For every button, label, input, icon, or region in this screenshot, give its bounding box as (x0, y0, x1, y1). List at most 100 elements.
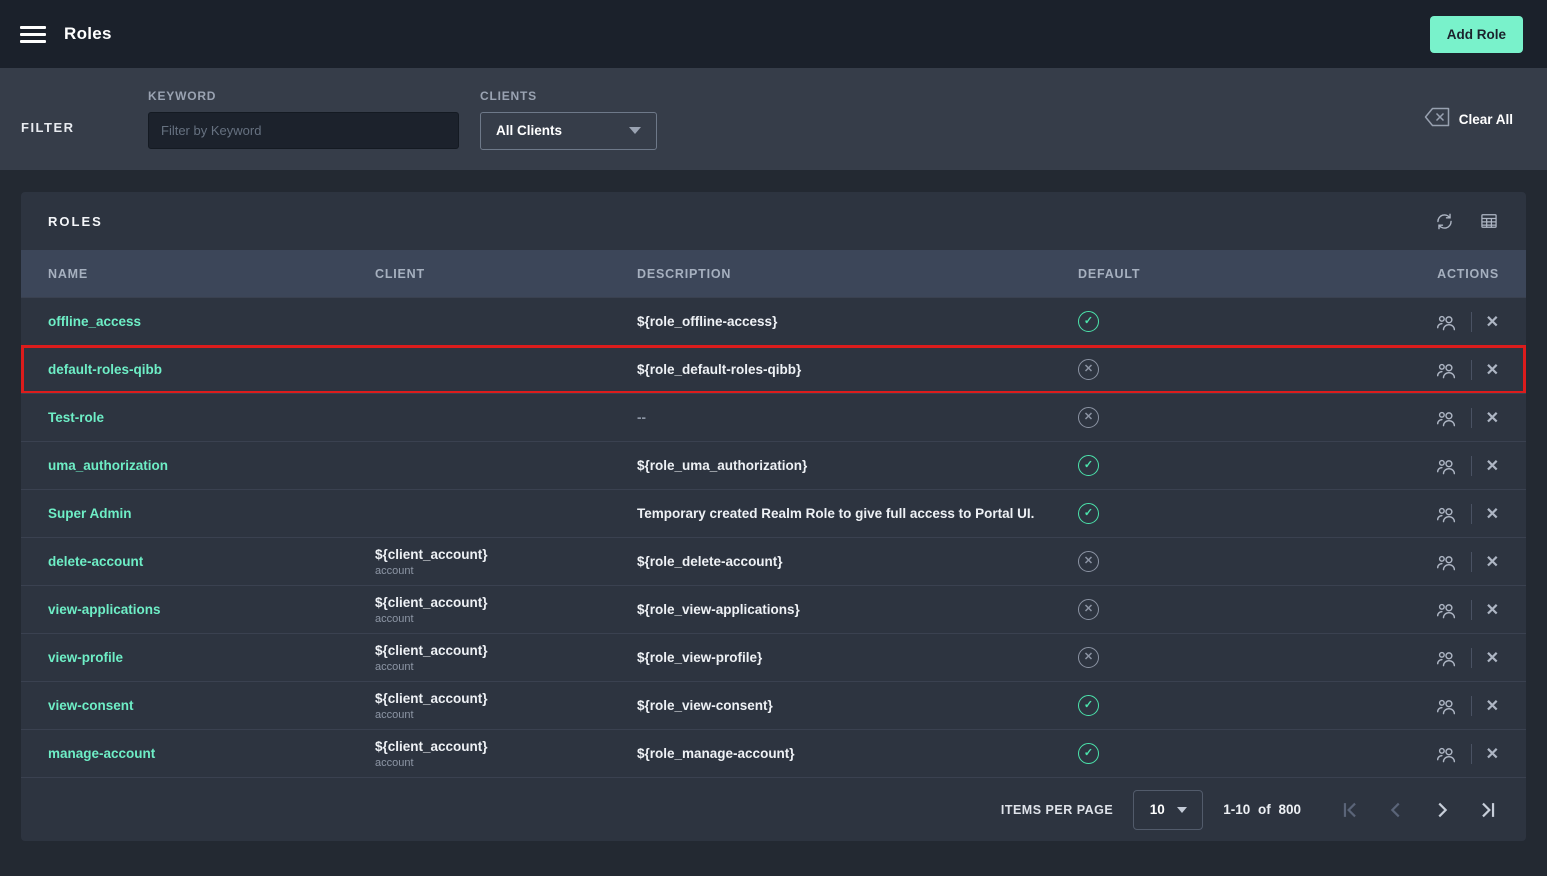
chevron-down-icon (629, 127, 641, 134)
assign-users-icon[interactable] (1434, 504, 1457, 524)
client-cell: ${client_account} account (375, 691, 637, 721)
items-per-page-select[interactable]: 10 (1133, 790, 1203, 830)
row-actions: ✕ (1434, 552, 1499, 572)
actions-divider (1471, 744, 1472, 764)
column-header-actions: ACTIONS (1378, 267, 1499, 281)
delete-role-icon[interactable]: ✕ (1486, 696, 1499, 716)
delete-role-icon[interactable]: ✕ (1486, 408, 1499, 428)
actions-divider (1471, 312, 1472, 332)
clear-all-button[interactable]: Clear All (1424, 107, 1513, 132)
client-id: account (375, 613, 637, 625)
column-header-default: DEFAULT (1078, 267, 1378, 281)
delete-role-icon[interactable]: ✕ (1486, 504, 1499, 524)
role-name-link[interactable]: default-roles-qibb (48, 362, 162, 377)
client-name: ${client_account} (375, 739, 637, 754)
items-per-page-value: 10 (1150, 802, 1165, 817)
delete-role-icon[interactable]: ✕ (1486, 456, 1499, 476)
check-circle-icon: ✓ (1078, 503, 1099, 524)
pagination-nav (1339, 799, 1499, 821)
column-header-name: NAME (48, 267, 375, 281)
assign-users-icon[interactable] (1434, 360, 1457, 380)
role-name-link[interactable]: view-profile (48, 650, 123, 665)
role-description: ${role_view-consent} (637, 698, 773, 713)
assign-users-icon[interactable] (1434, 552, 1457, 572)
assign-users-icon[interactable] (1434, 696, 1457, 716)
previous-page-icon[interactable] (1385, 799, 1407, 821)
x-circle-icon: ✕ (1078, 359, 1099, 380)
delete-role-icon[interactable]: ✕ (1486, 600, 1499, 620)
filter-bar: FILTER KEYWORD CLIENTS All Clients Clear… (0, 68, 1547, 170)
table-row: view-applications ${client_account} acco… (21, 585, 1526, 633)
client-name: ${client_account} (375, 643, 637, 658)
role-name-link[interactable]: Test-role (48, 410, 104, 425)
table-row: Super Admin Temporary created Realm Role… (21, 489, 1526, 537)
x-circle-icon: ✕ (1078, 599, 1099, 620)
actions-divider (1471, 456, 1472, 476)
role-description: ${role_default-roles-qibb} (637, 362, 801, 377)
x-circle-icon: ✕ (1078, 551, 1099, 572)
assign-users-icon[interactable] (1434, 408, 1457, 428)
last-page-icon[interactable] (1477, 799, 1499, 821)
column-header-description: DESCRIPTION (637, 267, 1078, 281)
pagination-range: 1-10 of 800 (1223, 802, 1301, 817)
menu-icon[interactable] (20, 26, 46, 43)
table-row: Test-role -- ✓ ✕ (21, 393, 1526, 441)
card-tools (1434, 211, 1499, 232)
role-description: -- (637, 410, 646, 425)
actions-divider (1471, 408, 1472, 428)
top-bar: Roles Add Role (0, 0, 1547, 68)
chevron-down-icon (1177, 807, 1187, 813)
clients-select[interactable]: All Clients (480, 112, 657, 150)
default-cell: ✓ ✕ (1078, 503, 1378, 524)
row-actions: ✕ (1434, 744, 1499, 764)
role-name-link[interactable]: uma_authorization (48, 458, 168, 473)
default-cell: ✓ ✕ (1078, 311, 1378, 332)
role-name-link[interactable]: manage-account (48, 746, 155, 761)
role-description: ${role_view-profile} (637, 650, 762, 665)
role-name-link[interactable]: delete-account (48, 554, 143, 569)
role-name-link[interactable]: view-applications (48, 602, 161, 617)
content-area: ROLES (0, 170, 1547, 841)
client-id: account (375, 709, 637, 721)
next-page-icon[interactable] (1431, 799, 1453, 821)
assign-users-icon[interactable] (1434, 648, 1457, 668)
roles-card-title: ROLES (48, 214, 103, 229)
check-circle-icon: ✓ (1078, 743, 1099, 764)
actions-divider (1471, 504, 1472, 524)
filter-section-label: FILTER (21, 104, 127, 135)
role-name-link[interactable]: Super Admin (48, 506, 132, 521)
row-actions: ✕ (1434, 648, 1499, 668)
default-cell: ✓ ✕ (1078, 647, 1378, 668)
table-view-icon[interactable] (1479, 211, 1499, 231)
default-cell: ✓ ✕ (1078, 407, 1378, 428)
check-circle-icon: ✓ (1078, 311, 1099, 332)
add-role-button[interactable]: Add Role (1430, 16, 1523, 53)
assign-users-icon[interactable] (1434, 600, 1457, 620)
actions-divider (1471, 600, 1472, 620)
assign-users-icon[interactable] (1434, 312, 1457, 332)
default-cell: ✓ ✕ (1078, 599, 1378, 620)
role-name-link[interactable]: offline_access (48, 314, 141, 329)
assign-users-icon[interactable] (1434, 456, 1457, 476)
delete-role-icon[interactable]: ✕ (1486, 360, 1499, 380)
first-page-icon[interactable] (1339, 799, 1361, 821)
client-cell (375, 464, 637, 467)
table-row: delete-account ${client_account} account… (21, 537, 1526, 585)
items-per-page-label: ITEMS PER PAGE (1001, 803, 1113, 817)
assign-users-icon[interactable] (1434, 744, 1457, 764)
delete-role-icon[interactable]: ✕ (1486, 648, 1499, 668)
actions-divider (1471, 696, 1472, 716)
keyword-input[interactable] (148, 112, 459, 149)
delete-role-icon[interactable]: ✕ (1486, 312, 1499, 332)
delete-role-icon[interactable]: ✕ (1486, 552, 1499, 572)
role-name-link[interactable]: view-consent (48, 698, 134, 713)
role-description: ${role_view-applications} (637, 602, 800, 617)
roles-admin-page: Roles Add Role FILTER KEYWORD CLIENTS Al… (0, 0, 1547, 876)
table-row: manage-account ${client_account} account… (21, 729, 1526, 777)
default-cell: ✓ ✕ (1078, 695, 1378, 716)
table-footer: ITEMS PER PAGE 10 1-10 of 800 (21, 777, 1526, 841)
actions-divider (1471, 360, 1472, 380)
delete-role-icon[interactable]: ✕ (1486, 744, 1499, 764)
refresh-icon[interactable] (1434, 211, 1455, 232)
client-cell: ${client_account} account (375, 547, 637, 577)
